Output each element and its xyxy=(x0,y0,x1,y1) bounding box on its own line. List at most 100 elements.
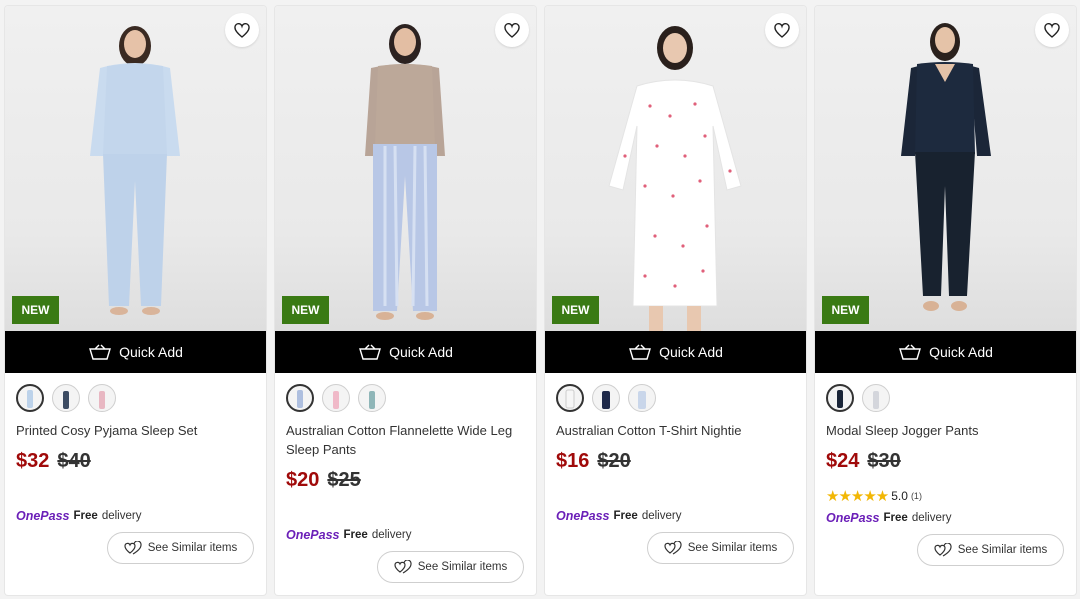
onepass-logo: OnePass xyxy=(826,511,880,525)
colour-swatches xyxy=(16,384,116,412)
price: $32 $40 xyxy=(16,450,91,473)
original-price: $30 xyxy=(867,450,901,472)
price: $16 $20 xyxy=(556,450,631,473)
basket-icon xyxy=(89,344,112,360)
see-similar-label: See Similar items xyxy=(147,542,238,554)
onepass-delivery: OnePass Free delivery xyxy=(286,528,411,542)
colour-swatches xyxy=(826,384,890,412)
new-badge: NEW xyxy=(822,296,869,324)
heart-icon xyxy=(774,22,790,38)
swatch[interactable] xyxy=(826,384,854,412)
heart-icon xyxy=(234,22,250,38)
delivery-label: delivery xyxy=(101,510,142,522)
new-badge: NEW xyxy=(12,296,59,324)
basket-icon xyxy=(899,344,922,360)
original-price: $40 xyxy=(57,450,91,472)
model-photo xyxy=(901,23,991,311)
free-label: Free xyxy=(343,529,368,541)
swatch[interactable] xyxy=(88,384,116,412)
sale-price: $24 xyxy=(826,450,860,472)
new-badge: NEW xyxy=(282,296,329,324)
swatch[interactable] xyxy=(862,384,890,412)
quick-add-label: Quick Add xyxy=(929,344,993,360)
delivery-label: delivery xyxy=(911,512,952,524)
see-similar-button[interactable]: See Similar items xyxy=(647,532,794,564)
basket-icon xyxy=(629,344,652,360)
see-similar-button[interactable]: See Similar items xyxy=(107,532,254,564)
swatch[interactable] xyxy=(16,384,44,412)
price: $24 $30 xyxy=(826,450,901,473)
onepass-delivery: OnePass Free delivery xyxy=(16,509,141,523)
similar-hearts-icon xyxy=(394,560,412,574)
product-card[interactable]: NEW Quick Add Australian Cotton Flannele… xyxy=(275,6,536,595)
original-price: $25 xyxy=(327,469,361,491)
wishlist-button[interactable] xyxy=(225,13,259,47)
basket-icon xyxy=(359,344,382,360)
onepass-logo: OnePass xyxy=(16,509,70,523)
swatch[interactable] xyxy=(358,384,386,412)
product-card[interactable]: NEW Quick Add Australian Cotton T-Shirt … xyxy=(545,6,806,595)
see-similar-label: See Similar items xyxy=(417,561,508,573)
rating[interactable]: ★★★★★ 5.0 (1) xyxy=(826,487,922,505)
onepass-delivery: OnePass Free delivery xyxy=(556,509,681,523)
model-photo xyxy=(365,24,445,320)
product-card[interactable]: NEW Quick Add Modal Sleep Jogger Pants $… xyxy=(815,6,1076,595)
product-name[interactable]: Australian Cotton Flannelette Wide Leg S… xyxy=(286,421,526,459)
see-similar-label: See Similar items xyxy=(687,542,778,554)
onepass-logo: OnePass xyxy=(556,509,610,523)
product-grid: NEW Quick Add Printed Cosy Pyjama Sleep … xyxy=(5,6,1076,595)
swatch[interactable] xyxy=(592,384,620,412)
price: $20 $25 xyxy=(286,469,361,492)
quick-add-button[interactable]: Quick Add xyxy=(5,331,266,373)
heart-icon xyxy=(504,22,520,38)
quick-add-label: Quick Add xyxy=(119,344,183,360)
product-image[interactable]: NEW xyxy=(545,6,806,331)
similar-hearts-icon xyxy=(124,541,142,555)
rating-count: (1) xyxy=(910,491,922,501)
onepass-delivery: OnePass Free delivery xyxy=(826,511,951,525)
rating-value: 5.0 xyxy=(891,489,908,503)
swatch[interactable] xyxy=(556,384,584,412)
swatch[interactable] xyxy=(286,384,314,412)
quick-add-label: Quick Add xyxy=(389,344,453,360)
sale-price: $20 xyxy=(286,469,320,491)
sale-price: $32 xyxy=(16,450,50,472)
wishlist-button[interactable] xyxy=(765,13,799,47)
product-name[interactable]: Modal Sleep Jogger Pants xyxy=(826,421,1066,440)
see-similar-label: See Similar items xyxy=(957,544,1048,556)
product-name[interactable]: Australian Cotton T-Shirt Nightie xyxy=(556,421,796,440)
swatch[interactable] xyxy=(52,384,80,412)
product-card[interactable]: NEW Quick Add Printed Cosy Pyjama Sleep … xyxy=(5,6,266,595)
sale-price: $16 xyxy=(556,450,590,472)
product-image[interactable]: NEW xyxy=(815,6,1076,331)
heart-icon xyxy=(1044,22,1060,38)
quick-add-label: Quick Add xyxy=(659,344,723,360)
quick-add-button[interactable]: Quick Add xyxy=(545,331,806,373)
new-badge: NEW xyxy=(552,296,599,324)
delivery-label: delivery xyxy=(371,529,412,541)
swatch[interactable] xyxy=(322,384,350,412)
similar-hearts-icon xyxy=(664,541,682,555)
colour-swatches xyxy=(556,384,656,412)
quick-add-button[interactable]: Quick Add xyxy=(275,331,536,373)
delivery-label: delivery xyxy=(641,510,682,522)
product-image[interactable]: NEW xyxy=(5,6,266,331)
wishlist-button[interactable] xyxy=(495,13,529,47)
see-similar-button[interactable]: See Similar items xyxy=(377,551,524,583)
similar-hearts-icon xyxy=(934,543,952,557)
free-label: Free xyxy=(883,512,908,524)
original-price: $20 xyxy=(597,450,631,472)
quick-add-button[interactable]: Quick Add xyxy=(815,331,1076,373)
colour-swatches xyxy=(286,384,386,412)
free-label: Free xyxy=(613,510,638,522)
wishlist-button[interactable] xyxy=(1035,13,1069,47)
see-similar-button[interactable]: See Similar items xyxy=(917,534,1064,566)
model-photo xyxy=(90,26,180,315)
onepass-logo: OnePass xyxy=(286,528,340,542)
product-image[interactable]: NEW xyxy=(275,6,536,331)
swatch[interactable] xyxy=(628,384,656,412)
free-label: Free xyxy=(73,510,98,522)
product-name[interactable]: Printed Cosy Pyjama Sleep Set xyxy=(16,421,256,440)
model-photo xyxy=(608,26,742,331)
star-rating-icon: ★★★★★ xyxy=(826,488,889,505)
